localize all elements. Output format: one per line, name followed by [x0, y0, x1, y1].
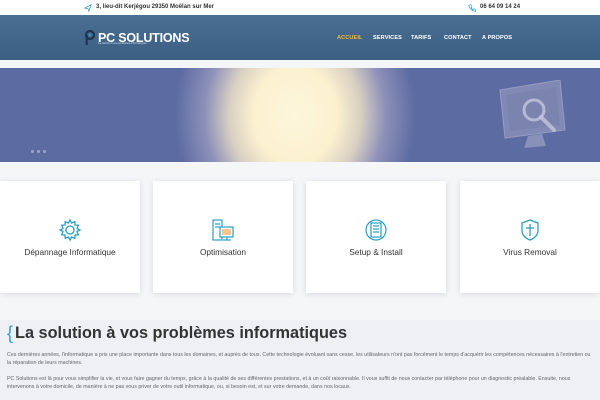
service-label: Optimisation: [199, 247, 247, 257]
service-card-setup[interactable]: Setup & Install: [306, 181, 446, 293]
shield-icon: [518, 218, 542, 242]
slider-dot[interactable]: [43, 150, 46, 153]
gear-icon: [58, 218, 82, 242]
about-heading: { La solution à vos problèmes informatiq…: [7, 324, 347, 342]
slider-dots: [31, 150, 46, 153]
computer-icon: [211, 218, 235, 242]
address-block: 3, lieu-dit Kerjégou 29350 Moëlan sur Me…: [84, 3, 214, 12]
installer-icon: [364, 218, 388, 242]
slider-dot[interactable]: [37, 150, 40, 153]
service-card-depannage[interactable]: Dépannage Informatique: [0, 181, 140, 293]
heading-brace: {: [7, 323, 14, 343]
service-label: Virus Removal: [503, 247, 557, 257]
phone-number[interactable]: 06 64 09 14 24: [480, 3, 520, 12]
about-paragraph-2: PC Solutions est là pour vous simplifier…: [7, 376, 571, 390]
phone-block[interactable]: 06 64 09 14 24: [468, 3, 520, 12]
service-card-virus[interactable]: Virus Removal: [460, 181, 600, 293]
nav-services[interactable]: SERVICES: [373, 34, 402, 42]
about-title: La solution à vos problèmes informatique…: [15, 324, 348, 342]
nav-tarifs[interactable]: TARIFS: [411, 34, 431, 42]
service-label: Setup & Install: [349, 247, 403, 257]
nav-contact[interactable]: CONTACT: [444, 34, 472, 42]
site-header: PC SOLUTIONS La solution à vos problèmes…: [0, 15, 600, 60]
hero-slider[interactable]: [0, 68, 600, 162]
main-nav: ACCUEIL SERVICES TARIFS CONTACT A PROPOS: [0, 34, 600, 44]
service-label: Dépannage Informatique: [24, 247, 116, 257]
nav-accueil[interactable]: ACCUEIL: [337, 34, 363, 42]
nav-a-propos[interactable]: A PROPOS: [482, 34, 512, 42]
about-paragraph-1: Ces dernières années, l'informatique a p…: [7, 352, 591, 366]
address-text: 3, lieu-dit Kerjégou 29350 Moëlan sur Me…: [96, 4, 215, 10]
computer-monitor-image: [490, 79, 590, 162]
phone-icon: [468, 3, 476, 12]
slider-dot[interactable]: [31, 150, 34, 153]
service-card-optimisation[interactable]: Optimisation: [153, 181, 293, 293]
top-info-bar: 3, lieu-dit Kerjégou 29350 Moëlan sur Me…: [0, 0, 600, 15]
paper-plane-icon: [84, 3, 92, 12]
